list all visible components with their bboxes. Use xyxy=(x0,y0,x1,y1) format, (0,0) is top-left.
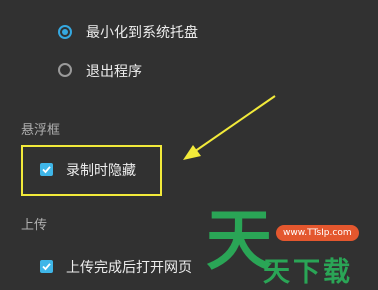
exit-program-radio[interactable] xyxy=(58,63,72,77)
minimize-to-tray-radio[interactable] xyxy=(58,25,72,39)
upload-heading: 上传 xyxy=(21,218,48,233)
annotation-arrow-icon xyxy=(183,95,276,160)
minimize-to-tray-label: 最小化到系统托盘 xyxy=(86,25,198,41)
open-page-after-upload-checkbox[interactable] xyxy=(40,260,53,273)
open-page-after-upload-label: 上传完成后打开网页 xyxy=(66,260,192,276)
exit-program-label: 退出程序 xyxy=(86,64,142,80)
floating-window-heading: 悬浮框 xyxy=(21,123,61,138)
watermark-site-badge: www.TTsIp.com xyxy=(276,225,359,241)
watermark-text: 天下载 xyxy=(263,257,353,288)
hide-while-recording-checkbox[interactable] xyxy=(40,163,53,176)
checkmark-icon xyxy=(42,166,51,174)
hide-while-recording-label: 录制时隐藏 xyxy=(66,163,136,179)
checkmark-icon xyxy=(42,263,51,271)
